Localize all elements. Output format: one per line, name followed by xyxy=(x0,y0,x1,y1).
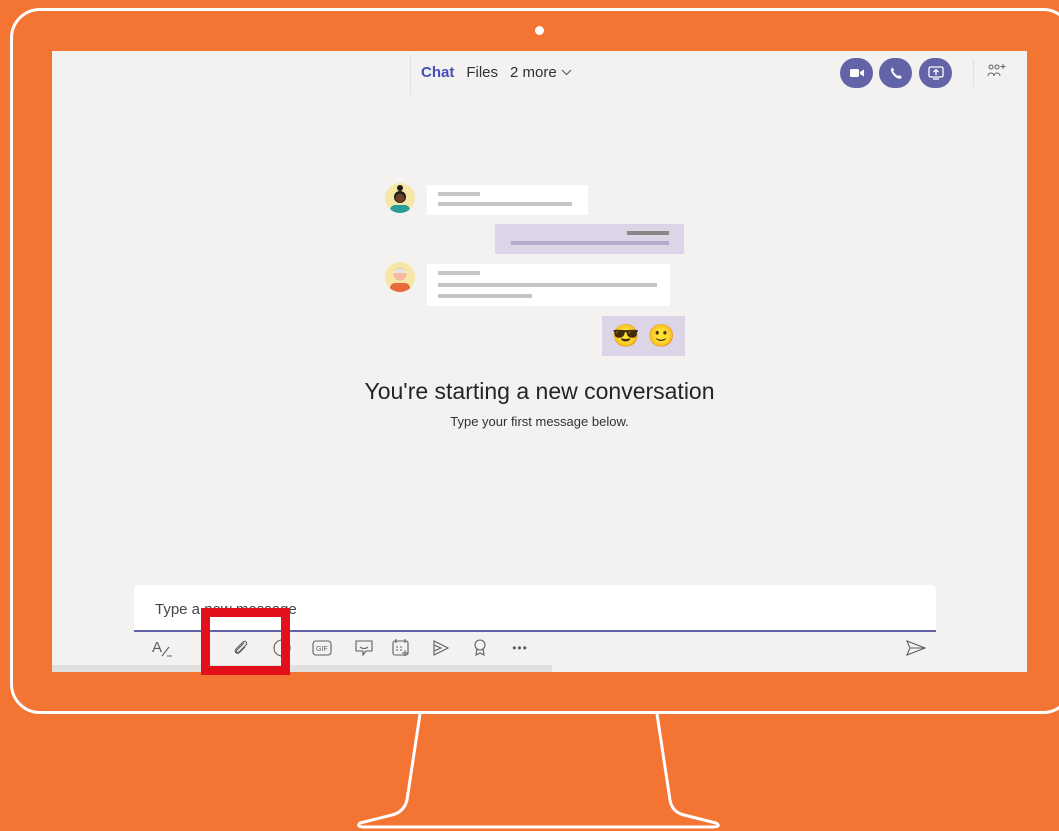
header-divider xyxy=(410,55,411,95)
gif-icon[interactable]: GIF xyxy=(311,637,333,659)
bottom-strip xyxy=(52,665,552,672)
share-screen-button[interactable] xyxy=(919,58,952,88)
chevron-down-icon xyxy=(561,69,572,76)
schedule-meeting-icon[interactable] xyxy=(390,637,412,659)
praise-icon[interactable] xyxy=(469,637,491,659)
compose-box[interactable] xyxy=(134,585,936,632)
empty-state-subtitle: Type your first message below. xyxy=(450,414,629,429)
tab-more[interactable]: 2 more xyxy=(510,64,572,81)
video-call-icon xyxy=(849,69,864,77)
gif-label: GIF xyxy=(316,646,328,653)
message-line xyxy=(438,192,480,196)
avatar-woman xyxy=(385,183,415,213)
chat-tabs: Chat Files 2 more xyxy=(421,64,572,81)
message-line xyxy=(627,231,669,235)
empty-state-title: You're starting a new conversation xyxy=(364,378,715,404)
chat-header: Chat Files 2 more xyxy=(52,51,1027,95)
message-card xyxy=(427,185,588,215)
smile-emoji: 🙂 xyxy=(647,323,675,348)
header-divider-right xyxy=(973,59,974,87)
message-line xyxy=(511,241,669,245)
add-people-icon[interactable] xyxy=(986,61,1008,81)
more-options-icon[interactable]: ••• xyxy=(509,637,531,659)
emoji-icon[interactable] xyxy=(271,637,293,659)
message-line xyxy=(438,294,532,298)
stream-icon[interactable] xyxy=(430,637,452,659)
svg-text:A: A xyxy=(152,639,162,656)
sunglasses-emoji: 😎 xyxy=(612,323,640,348)
share-screen-icon xyxy=(927,66,944,80)
message-line xyxy=(438,271,480,275)
tab-files[interactable]: Files xyxy=(466,64,498,81)
message-line xyxy=(438,202,572,206)
attach-icon[interactable] xyxy=(230,637,252,659)
format-icon[interactable]: A xyxy=(151,637,173,659)
message-line xyxy=(438,283,657,287)
sticker-icon[interactable] xyxy=(353,637,375,659)
tab-more-label: 2 more xyxy=(510,64,557,81)
message-card xyxy=(427,264,670,306)
message-card-sent xyxy=(495,224,684,254)
tab-chat[interactable]: Chat xyxy=(421,64,454,81)
audio-call-icon xyxy=(890,67,902,79)
video-call-button[interactable] xyxy=(840,58,873,88)
emoji-message: 😎 🙂 xyxy=(602,316,685,356)
message-input[interactable] xyxy=(153,597,917,621)
audio-call-button[interactable] xyxy=(879,58,912,88)
send-icon[interactable] xyxy=(905,637,927,659)
teams-window: Chat Files 2 more 😎 🙂 You're starting a … xyxy=(52,51,1027,672)
avatar-man xyxy=(385,262,415,292)
